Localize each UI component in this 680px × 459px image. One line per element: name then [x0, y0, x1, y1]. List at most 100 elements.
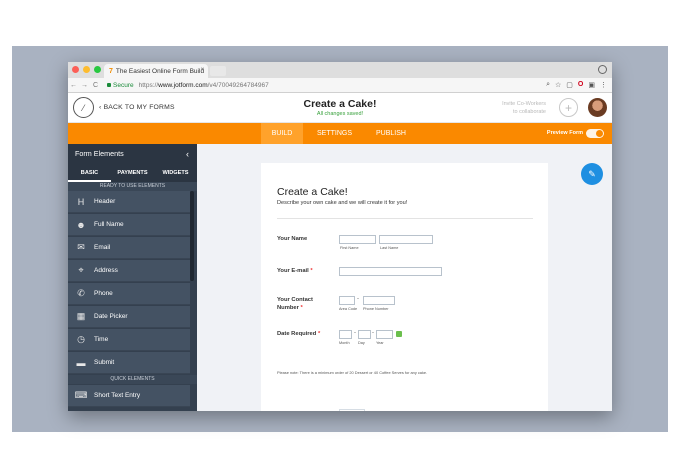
lock-icon: [107, 83, 111, 87]
tab-build[interactable]: BUILD: [261, 123, 303, 144]
app-header: ⁄ ‹ BACK TO MY FORMS Create a Cake! All …: [68, 93, 612, 123]
secure-indicator[interactable]: Secure: [107, 82, 134, 89]
new-tab-button[interactable]: [210, 66, 226, 76]
form-card: Create a Cake! Describe your own cake an…: [261, 163, 548, 411]
sidebar-item-label: Address: [94, 267, 118, 274]
sidebar-item-label: Short Text Entry: [94, 392, 141, 399]
minimize-window-button[interactable]: [83, 66, 90, 73]
sidebar-item-email[interactable]: ✉ Email: [68, 237, 190, 259]
required-mark: *: [310, 268, 313, 274]
date-dash: -: [372, 330, 374, 336]
sidebar-tabs: BASIC PAYMENTS WIDGETS: [68, 164, 197, 182]
form-divider: [277, 218, 533, 219]
invite-plus-button[interactable]: +: [559, 98, 578, 117]
sidebar-item-label: Date Picker: [94, 313, 128, 320]
phone-number-sublabel: Phone Number: [363, 307, 389, 311]
browser-tab-title: The Easiest Online Form Build: [115, 67, 205, 75]
sidebar-title: Form Elements: [75, 149, 124, 158]
browser-window: 7 The Easiest Online Form Build × ← → C …: [68, 62, 612, 411]
tab-basic[interactable]: BASIC: [68, 164, 111, 182]
builder-nav-bar: BUILD SETTINGS PUBLISH Preview Form: [68, 123, 612, 144]
user-icon: ☻: [76, 219, 86, 230]
url-field[interactable]: https://www.jotform.com/v4/7004926478496…: [139, 82, 269, 89]
form-canvas: Create a Cake! Describe your own cake an…: [197, 144, 612, 411]
forward-arrow-icon[interactable]: →: [79, 82, 90, 89]
preview-form-toggle[interactable]: [586, 129, 604, 138]
avatar[interactable]: [588, 98, 607, 117]
last-name-input[interactable]: [379, 235, 433, 244]
close-window-button[interactable]: [72, 66, 79, 73]
paint-roller-icon: ✎: [588, 168, 596, 179]
browser-menu-icon[interactable]: ⋮: [600, 81, 607, 89]
sidebar-item-label: Phone: [94, 290, 113, 297]
first-name-input[interactable]: [339, 235, 376, 244]
year-sublabel: Year: [376, 341, 384, 345]
browser-tab-bar: 7 The Easiest Online Form Build ×: [68, 62, 612, 78]
zoom-icon[interactable]: ⌕: [546, 81, 550, 89]
sidebar-item-label: Submit: [94, 359, 115, 366]
clock-icon: ◷: [77, 334, 85, 344]
address-bar: ← → C Secure https://www.jotform.com/v4/…: [68, 78, 612, 93]
phone-number-input[interactable]: [363, 296, 395, 305]
form-elements-sidebar: Form Elements ‹ BASIC PAYMENTS WIDGETS R…: [68, 144, 197, 411]
contact-field-label[interactable]: Your Contact Number *: [277, 296, 313, 312]
browser-profile-icon[interactable]: [598, 65, 607, 74]
day-input[interactable]: [358, 330, 371, 339]
header-icon: H: [77, 196, 85, 207]
sidebar-item-short-text-entry[interactable]: ⌨ Short Text Entry: [68, 385, 190, 407]
name-field-label[interactable]: Your Name: [277, 235, 307, 243]
month-sublabel: Month: [339, 341, 350, 345]
section-ready-elements: READY TO USE ELEMENTS: [68, 182, 197, 191]
sidebar-item-date-picker[interactable]: ▦ Date Picker: [68, 306, 190, 328]
first-name-sublabel: First Name: [340, 246, 359, 250]
browser-tab[interactable]: 7 The Easiest Online Form Build ×: [104, 64, 208, 78]
map-pin-icon: ⌖: [78, 265, 84, 275]
maximize-window-button[interactable]: [94, 66, 101, 73]
submit-icon: ▬: [76, 357, 86, 368]
date-dash: -: [354, 330, 356, 336]
tab-payments[interactable]: PAYMENTS: [111, 164, 154, 182]
sidebar-item-time[interactable]: ◷ Time: [68, 329, 190, 351]
sidebar-item-label: Email: [94, 244, 111, 251]
sidebar-header: Form Elements ‹: [68, 144, 197, 164]
toggle-knob: [596, 130, 603, 137]
tab-publish[interactable]: PUBLISH: [366, 123, 416, 144]
phone-icon: ✆: [77, 288, 85, 298]
tab-widgets[interactable]: WIDGETS: [154, 164, 197, 182]
email-field[interactable]: [339, 267, 442, 276]
month-input[interactable]: [339, 330, 352, 339]
pocket-extension-icon[interactable]: ▣: [588, 81, 595, 89]
minimum-order-note[interactable]: Please note: There is a minimum order of…: [277, 370, 427, 375]
sidebar-item-label: Time: [94, 336, 109, 343]
sidebar-item-header[interactable]: H Header: [68, 191, 190, 213]
form-description[interactable]: Describe your own cake and we will creat…: [277, 200, 407, 206]
back-arrow-icon[interactable]: ←: [68, 82, 79, 89]
preview-form-label: Preview Form: [546, 130, 583, 136]
form-heading[interactable]: Create a Cake!: [277, 186, 348, 198]
required-mark: *: [300, 305, 303, 311]
reload-icon[interactable]: C: [90, 82, 101, 89]
collapse-sidebar-icon[interactable]: ‹: [186, 144, 189, 164]
envelope-icon: ✉: [77, 242, 85, 252]
sidebar-item-submit[interactable]: ▬ Submit: [68, 352, 190, 374]
sidebar-item-full-name[interactable]: ☻ Full Name: [68, 214, 190, 236]
opera-extension-icon[interactable]: O: [578, 81, 583, 89]
area-code-sublabel: Area Code: [339, 307, 358, 311]
extension-icon[interactable]: ▢: [566, 81, 573, 89]
sidebar-scrollbar[interactable]: [190, 191, 194, 281]
year-input[interactable]: [376, 330, 393, 339]
sidebar-item-phone[interactable]: ✆ Phone: [68, 283, 190, 305]
next-field-input[interactable]: [339, 409, 365, 411]
form-designer-button[interactable]: ✎: [581, 163, 603, 185]
tab-settings[interactable]: SETTINGS: [308, 123, 361, 144]
sidebar-item-address[interactable]: ⌖ Address: [68, 260, 190, 282]
date-field-label[interactable]: Date Required *: [277, 330, 320, 338]
sidebar-item-label: Header: [94, 198, 116, 205]
area-code-input[interactable]: [339, 296, 355, 305]
tab-close-icon[interactable]: ×: [200, 67, 204, 73]
secure-label: Secure: [113, 81, 134, 89]
phone-dash: -: [357, 296, 359, 302]
bookmark-star-icon[interactable]: ☆: [555, 81, 561, 89]
email-field-label[interactable]: Your E-mail *: [277, 267, 313, 275]
calendar-picker-icon[interactable]: [396, 331, 402, 337]
